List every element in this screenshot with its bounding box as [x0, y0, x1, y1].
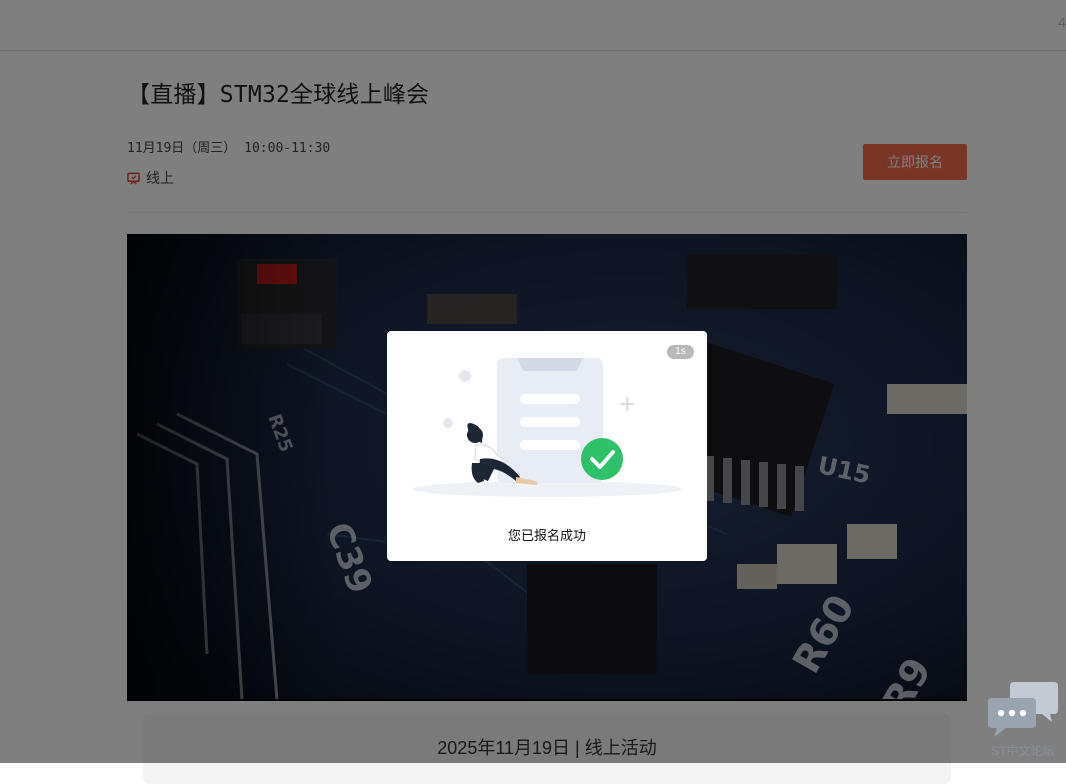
success-illustration: + [412, 358, 682, 497]
svg-text:+: + [618, 392, 636, 417]
success-message: 您已报名成功 [507, 528, 586, 543]
chat-bubbles-icon [988, 682, 1058, 737]
success-check-icon [581, 438, 623, 480]
registration-success-dialog: 1s + 您已报名成功 [387, 331, 707, 561]
forum-widget[interactable]: ST中文论坛 [986, 680, 1060, 759]
forum-label: ST中文论坛 [991, 744, 1055, 758]
